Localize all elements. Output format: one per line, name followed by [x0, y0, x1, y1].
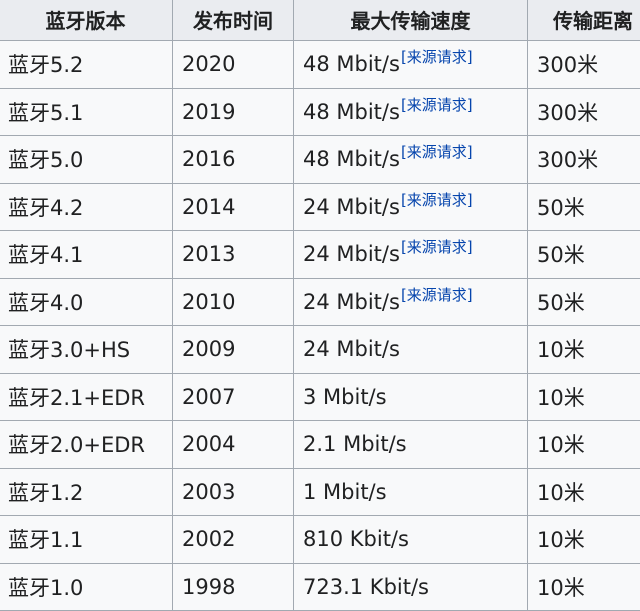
- cell-release-date: 1998: [173, 563, 294, 611]
- header-release-date: 发布时间: [173, 0, 294, 41]
- speed-value: 24 Mbit/s: [303, 195, 400, 219]
- cell-release-date: 2007: [173, 373, 294, 421]
- cell-range: 10米: [528, 468, 640, 516]
- speed-value: 48 Mbit/s: [303, 147, 400, 171]
- cell-max-speed: 48 Mbit/s[来源请求]: [294, 136, 528, 184]
- speed-value: 810 Kbit/s: [303, 527, 409, 551]
- table-body: 蓝牙5.2202048 Mbit/s[来源请求]300米蓝牙5.1201948 …: [0, 41, 640, 611]
- citation-needed-link[interactable]: [来源请求]: [401, 238, 473, 256]
- citation-needed-link[interactable]: [来源请求]: [401, 96, 473, 114]
- cell-version: 蓝牙3.0+HS: [0, 326, 173, 374]
- cell-max-speed: 810 Kbit/s: [294, 516, 528, 564]
- table-row: 蓝牙4.1201324 Mbit/s[来源请求]50米: [0, 231, 640, 279]
- citation-needed-link[interactable]: [来源请求]: [401, 143, 473, 161]
- table-header-row: 蓝牙版本 发布时间 最大传输速度 传输距离: [0, 0, 640, 41]
- cell-range: 50米: [528, 231, 640, 279]
- cell-max-speed: 48 Mbit/s[来源请求]: [294, 41, 528, 89]
- cell-range: 10米: [528, 421, 640, 469]
- speed-value: 1 Mbit/s: [303, 480, 387, 504]
- cell-version: 蓝牙1.1: [0, 516, 173, 564]
- cell-range: 10米: [528, 326, 640, 374]
- cell-release-date: 2003: [173, 468, 294, 516]
- cell-release-date: 2014: [173, 183, 294, 231]
- cell-range: 10米: [528, 373, 640, 421]
- cell-release-date: 2002: [173, 516, 294, 564]
- cell-range: 10米: [528, 516, 640, 564]
- cell-max-speed: 48 Mbit/s[来源请求]: [294, 88, 528, 136]
- speed-value: 24 Mbit/s: [303, 290, 400, 314]
- table-row: 蓝牙4.2201424 Mbit/s[来源请求]50米: [0, 183, 640, 231]
- table-row: 蓝牙5.2202048 Mbit/s[来源请求]300米: [0, 41, 640, 89]
- table-row: 蓝牙3.0+HS2009 24 Mbit/s 10米: [0, 326, 640, 374]
- cell-max-speed: 3 Mbit/s: [294, 373, 528, 421]
- header-version: 蓝牙版本: [0, 0, 173, 41]
- citation-needed-link[interactable]: [来源请求]: [401, 286, 473, 304]
- cell-version: 蓝牙5.2: [0, 41, 173, 89]
- cell-version: 蓝牙4.2: [0, 183, 173, 231]
- speed-value: 2.1 Mbit/s: [303, 432, 407, 456]
- cell-range: 10米: [528, 563, 640, 611]
- bluetooth-versions-table: 蓝牙版本 发布时间 最大传输速度 传输距离 蓝牙5.2202048 Mbit/s…: [0, 0, 640, 611]
- cell-release-date: 2019: [173, 88, 294, 136]
- cell-release-date: 2009: [173, 326, 294, 374]
- cell-max-speed: 24 Mbit/s[来源请求]: [294, 278, 528, 326]
- speed-value: 48 Mbit/s: [303, 100, 400, 124]
- cell-max-speed: 1 Mbit/s: [294, 468, 528, 516]
- cell-release-date: 2016: [173, 136, 294, 184]
- header-max-speed: 最大传输速度: [294, 0, 528, 41]
- cell-max-speed: 24 Mbit/s: [294, 326, 528, 374]
- cell-range: 50米: [528, 278, 640, 326]
- table-row: 蓝牙1.12002 810 Kbit/s 10米: [0, 516, 640, 564]
- table-row: 蓝牙2.0+EDR2004 2.1 Mbit/s 10米: [0, 421, 640, 469]
- speed-value: 24 Mbit/s: [303, 337, 400, 361]
- table-row: 蓝牙2.1+EDR2007 3 Mbit/s 10米: [0, 373, 640, 421]
- speed-value: 24 Mbit/s: [303, 242, 400, 266]
- cell-release-date: 2013: [173, 231, 294, 279]
- cell-version: 蓝牙2.0+EDR: [0, 421, 173, 469]
- cell-version: 蓝牙1.0: [0, 563, 173, 611]
- cell-release-date: 2004: [173, 421, 294, 469]
- cell-version: 蓝牙2.1+EDR: [0, 373, 173, 421]
- header-range: 传输距离: [528, 0, 640, 41]
- table-row: 蓝牙5.0201648 Mbit/s[来源请求]300米: [0, 136, 640, 184]
- cell-version: 蓝牙4.0: [0, 278, 173, 326]
- cell-version: 蓝牙5.1: [0, 88, 173, 136]
- table-row: 蓝牙1.22003 1 Mbit/s 10米: [0, 468, 640, 516]
- cell-range: 300米: [528, 136, 640, 184]
- cell-version: 蓝牙5.0: [0, 136, 173, 184]
- speed-value: 48 Mbit/s: [303, 52, 400, 76]
- cell-max-speed: 24 Mbit/s[来源请求]: [294, 183, 528, 231]
- cell-range: 300米: [528, 88, 640, 136]
- speed-value: 3 Mbit/s: [303, 385, 387, 409]
- table-row: 蓝牙1.01998 723.1 Kbit/s 10米: [0, 563, 640, 611]
- cell-max-speed: 723.1 Kbit/s: [294, 563, 528, 611]
- cell-release-date: 2010: [173, 278, 294, 326]
- cell-max-speed: 24 Mbit/s[来源请求]: [294, 231, 528, 279]
- cell-range: 300米: [528, 41, 640, 89]
- citation-needed-link[interactable]: [来源请求]: [401, 191, 473, 209]
- cell-version: 蓝牙1.2: [0, 468, 173, 516]
- table-row: 蓝牙4.0201024 Mbit/s[来源请求]50米: [0, 278, 640, 326]
- cell-version: 蓝牙4.1: [0, 231, 173, 279]
- cell-range: 50米: [528, 183, 640, 231]
- cell-release-date: 2020: [173, 41, 294, 89]
- citation-needed-link[interactable]: [来源请求]: [401, 48, 473, 66]
- table-row: 蓝牙5.1201948 Mbit/s[来源请求]300米: [0, 88, 640, 136]
- speed-value: 723.1 Kbit/s: [303, 575, 429, 599]
- cell-max-speed: 2.1 Mbit/s: [294, 421, 528, 469]
